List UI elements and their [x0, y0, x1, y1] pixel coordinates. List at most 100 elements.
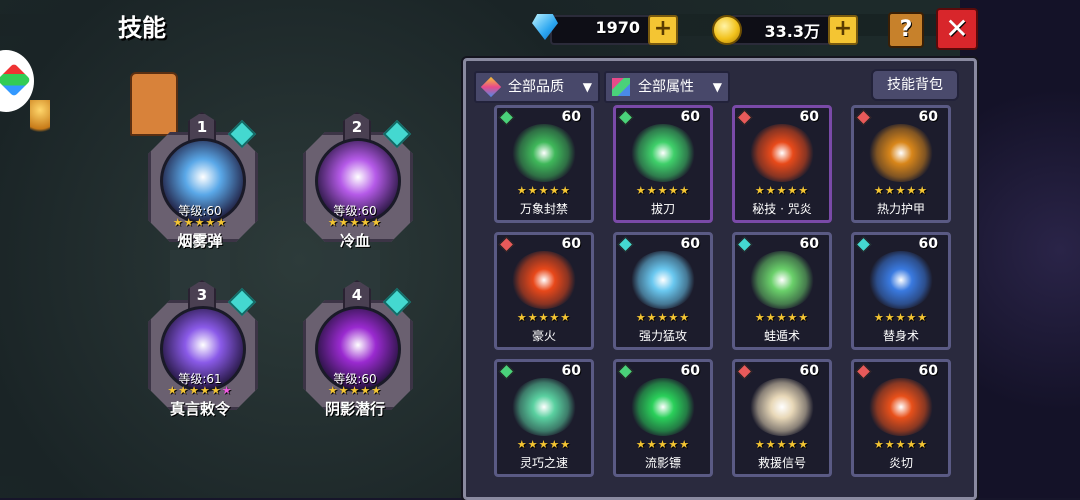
- skill-stars: ★★★★★★: [167, 384, 233, 397]
- skill-card[interactable]: 60 ★★★★★ 炎切: [851, 359, 951, 477]
- skill-name: 秘技 · 咒炎: [752, 202, 812, 216]
- skill-stars: ★★★★★: [873, 311, 929, 324]
- quality-filter-dropdown[interactable]: 全部品质 ▼: [474, 71, 600, 103]
- skill-card[interactable]: 60 ★★★★★ 灵巧之速: [494, 359, 594, 477]
- bonus-star: ★: [221, 384, 233, 397]
- skill-name: 强力猛攻: [638, 329, 687, 343]
- skill-card[interactable]: 60 ★★★★★ 蛙遁术: [732, 232, 832, 350]
- gold-amount: 33.3万: [764, 22, 820, 41]
- page-title: 技能: [118, 14, 166, 42]
- skill-stars: ★★★★★: [873, 438, 929, 451]
- skill-level: 60: [799, 363, 819, 379]
- add-gems-button[interactable]: +: [648, 15, 678, 45]
- skill-bag-button[interactable]: 技能背包: [871, 69, 959, 101]
- equipped-skill-slot-1[interactable]: 1 等级:60 ★★★★★ 烟雾弹: [140, 112, 260, 252]
- equipped-skill-slot-4[interactable]: 4 等级:60 ★★★★★ 阴影潜行: [295, 280, 415, 420]
- help-button[interactable]: ?: [888, 12, 924, 48]
- equipped-skill-slot-3[interactable]: 3 等级:61 ★★★★★★ 真言敕令: [140, 280, 260, 420]
- skill-icon: [868, 251, 934, 309]
- skill-name: 炎切: [888, 456, 913, 470]
- skill-card[interactable]: 60 ★★★★★ 秘技 · 咒炎: [732, 105, 832, 223]
- attribute-filter-label: 全部属性: [638, 79, 694, 95]
- skill-icon: [511, 378, 577, 436]
- quality-gem-icon: [736, 109, 753, 126]
- quality-gem-icon: [855, 236, 872, 253]
- quality-gem-icon: [617, 109, 634, 126]
- skill-level: 60: [799, 109, 819, 125]
- attribute-filter-dropdown[interactable]: 全部属性 ▼: [604, 71, 730, 103]
- chevron-down-icon: ▼: [712, 80, 722, 94]
- skill-level: 60: [561, 363, 581, 379]
- skill-level: 60: [561, 109, 581, 125]
- quality-filter-label: 全部品质: [508, 79, 564, 95]
- quality-gem-icon: [736, 236, 753, 253]
- skill-stars: ★★★★★: [635, 311, 691, 324]
- skill-icon: [511, 251, 577, 309]
- add-gold-button[interactable]: +: [828, 15, 858, 45]
- skill-name: 真言敕令: [169, 400, 230, 418]
- skill-name: 拔刀: [650, 202, 675, 216]
- skill-stars: ★★★★★: [635, 184, 691, 197]
- quality-gem-icon: [855, 363, 872, 380]
- skill-card[interactable]: 60 ★★★★★ 万象封禁: [494, 105, 594, 223]
- skill-name: 冷血: [339, 232, 370, 250]
- skill-stars: ★★★★★: [516, 184, 572, 197]
- skill-stars: ★★★★★: [327, 216, 383, 229]
- skill-stars: ★★★★★: [754, 184, 810, 197]
- skill-icon: [868, 378, 934, 436]
- skill-name: 替身术: [882, 329, 919, 343]
- quality-gem-icon: [498, 109, 515, 126]
- skill-card[interactable]: 60 ★★★★★ 豪火: [494, 232, 594, 350]
- skill-level: 60: [680, 109, 700, 125]
- skill-level: 60: [918, 363, 938, 379]
- skill-stars: ★★★★★: [754, 438, 810, 451]
- skill-stars: ★★★★★: [327, 384, 383, 397]
- skill-card[interactable]: 60 ★★★★★ 拔刀: [613, 105, 713, 223]
- skill-level: 60: [918, 109, 938, 125]
- close-button[interactable]: ✕: [936, 8, 978, 50]
- skill-inventory-panel: 全部品质 ▼ 全部属性 ▼ 技能背包 60 ★★★★★ 万象封禁 60 ★★★★…: [463, 58, 977, 500]
- skill-name: 阴影潜行: [324, 400, 385, 418]
- skill-name: 烟雾弹: [177, 232, 223, 250]
- quality-gem-icon: [736, 363, 753, 380]
- skill-icon: [630, 378, 696, 436]
- attribute-icon: [612, 78, 630, 96]
- quality-gem-icon: [855, 109, 872, 126]
- skill-level: 60: [561, 236, 581, 252]
- skill-icon: [511, 124, 577, 182]
- torch-decoration: [30, 100, 50, 140]
- equipped-skill-slot-2[interactable]: 2 等级:60 ★★★★★ 冷血: [295, 112, 415, 252]
- skill-card[interactable]: 60 ★★★★★ 强力猛攻: [613, 232, 713, 350]
- skill-stars: ★★★★★: [635, 438, 691, 451]
- skill-level: 60: [799, 236, 819, 252]
- skill-name: 万象封禁: [519, 202, 568, 216]
- quality-gem-icon: [617, 236, 634, 253]
- skill-card[interactable]: 60 ★★★★★ 热力护甲: [851, 105, 951, 223]
- chevron-down-icon: ▼: [582, 80, 592, 94]
- skill-icon: [749, 378, 815, 436]
- background-right: [960, 0, 1080, 498]
- skill-name: 蛙遁术: [763, 329, 800, 343]
- quality-gem-icon: [498, 363, 515, 380]
- skill-icon: [630, 251, 696, 309]
- skill-icon: [749, 124, 815, 182]
- gem-amount: 1970: [595, 18, 640, 37]
- skill-name: 救援信号: [757, 456, 806, 470]
- skill-level: 60: [918, 236, 938, 252]
- quality-gem-icon: [480, 76, 502, 98]
- skill-stars: ★★★★★: [172, 216, 228, 229]
- coin-icon: [712, 15, 742, 45]
- skill-level: 60: [680, 236, 700, 252]
- quality-gem-icon: [498, 236, 515, 253]
- skill-name: 热力护甲: [876, 202, 925, 216]
- skill-stars: ★★★★★: [516, 438, 572, 451]
- skill-name: 豪火: [531, 329, 556, 343]
- skill-name: 流影镖: [644, 456, 681, 470]
- skill-card[interactable]: 60 ★★★★★ 救援信号: [732, 359, 832, 477]
- skill-stars: ★★★★★: [754, 311, 810, 324]
- skill-card[interactable]: 60 ★★★★★ 替身术: [851, 232, 951, 350]
- skill-icon: [868, 124, 934, 182]
- skill-icon: [749, 251, 815, 309]
- skill-stars: ★★★★★: [873, 184, 929, 197]
- skill-card[interactable]: 60 ★★★★★ 流影镖: [613, 359, 713, 477]
